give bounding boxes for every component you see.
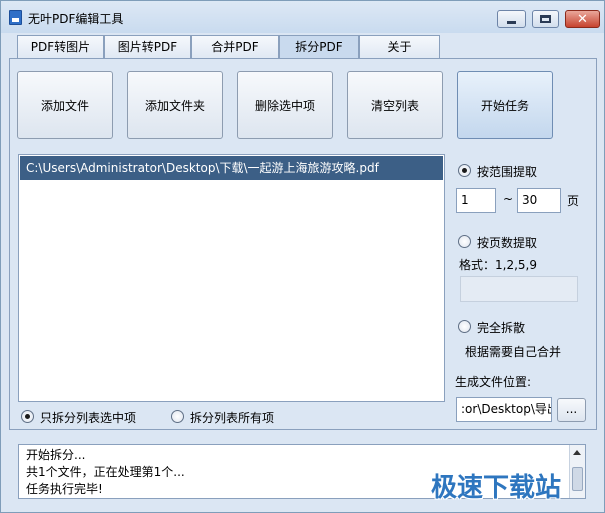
file-list[interactable]: C:\Users\Administrator\Desktop\下载\一起游上海旅… bbox=[18, 154, 445, 402]
output-location-label: 生成文件位置: bbox=[455, 375, 532, 389]
minimize-icon bbox=[507, 20, 516, 24]
scope-selected-radio[interactable] bbox=[21, 410, 34, 423]
scroll-up-icon[interactable] bbox=[573, 450, 581, 455]
log-line: 开始拆分... bbox=[26, 448, 86, 462]
format-hint: 格式：1,2,5,9 bbox=[459, 258, 537, 272]
range-unit-label: 页 bbox=[567, 194, 580, 208]
close-icon: ✕ bbox=[577, 11, 588, 27]
title-bar[interactable]: 无叶PDF编辑工具 ✕ bbox=[1, 1, 604, 33]
scope-selected-label[interactable]: 只拆分列表选中项 bbox=[40, 409, 136, 426]
site-watermark: 极速下载站 bbox=[431, 473, 562, 503]
scope-all-label[interactable]: 拆分列表所有项 bbox=[190, 409, 274, 426]
by-pages-label[interactable]: 按页数提取 bbox=[477, 234, 537, 251]
by-pages-radio[interactable] bbox=[458, 235, 471, 248]
by-range-label[interactable]: 按范围提取 bbox=[477, 163, 537, 180]
full-split-radio[interactable] bbox=[458, 320, 471, 333]
tab-split-pdf[interactable]: 拆分PDF bbox=[279, 35, 359, 59]
list-item[interactable]: C:\Users\Administrator\Desktop\下载\一起游上海旅… bbox=[20, 156, 443, 180]
close-button[interactable]: ✕ bbox=[565, 10, 600, 28]
start-task-button[interactable]: 开始任务 bbox=[457, 71, 553, 139]
log-line: 共1个文件，正在处理第1个... bbox=[26, 465, 185, 479]
scroll-thumb[interactable] bbox=[572, 467, 583, 491]
output-path-input[interactable]: :or\Desktop\导出 bbox=[456, 397, 552, 422]
maximize-icon bbox=[540, 15, 551, 23]
full-split-label[interactable]: 完全拆散 bbox=[477, 319, 525, 336]
scope-all-radio[interactable] bbox=[171, 410, 184, 423]
by-range-radio[interactable] bbox=[458, 164, 471, 177]
range-to-input[interactable]: 30 bbox=[517, 188, 561, 213]
range-tilde: ~ bbox=[503, 192, 514, 206]
tab-bar: PDF转图片 图片转PDF 合并PDF 拆分PDF 关于 bbox=[17, 35, 440, 59]
add-folder-button[interactable]: 添加文件夹 bbox=[127, 71, 223, 139]
add-file-button[interactable]: 添加文件 bbox=[17, 71, 113, 139]
pdf-app-icon bbox=[9, 10, 22, 25]
merge-note: 根据需要自己合并 bbox=[465, 345, 562, 359]
clear-list-button[interactable]: 清空列表 bbox=[347, 71, 443, 139]
tab-image-to-pdf[interactable]: 图片转PDF bbox=[104, 35, 191, 59]
tab-merge-pdf[interactable]: 合并PDF bbox=[191, 35, 279, 59]
browse-button[interactable]: ... bbox=[557, 398, 586, 422]
log-scrollbar[interactable] bbox=[569, 445, 585, 498]
range-from-input[interactable]: 1 bbox=[456, 188, 496, 213]
delete-selected-button[interactable]: 删除选中项 bbox=[237, 71, 333, 139]
minimize-button[interactable] bbox=[497, 10, 526, 28]
log-line: 任务执行完毕! bbox=[26, 482, 103, 496]
tab-about[interactable]: 关于 bbox=[359, 35, 440, 59]
maximize-button[interactable] bbox=[532, 10, 559, 28]
pages-input-disabled bbox=[460, 276, 578, 302]
app-window: 无叶PDF编辑工具 ✕ PDF转图片 图片转PDF 合并PDF 拆分PDF 关于… bbox=[0, 0, 605, 513]
tab-pdf-to-image[interactable]: PDF转图片 bbox=[17, 35, 104, 59]
window-title: 无叶PDF编辑工具 bbox=[28, 12, 124, 26]
